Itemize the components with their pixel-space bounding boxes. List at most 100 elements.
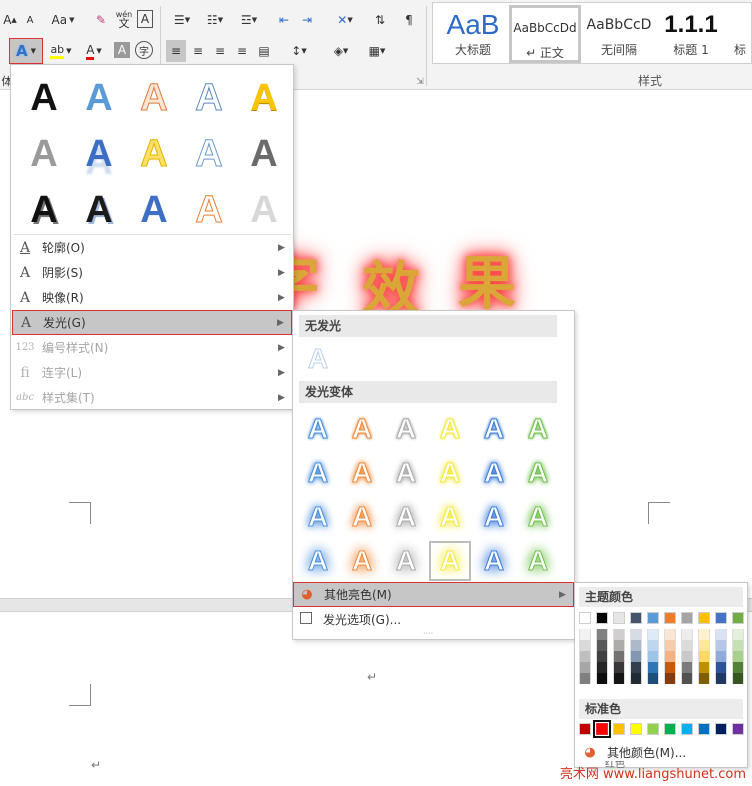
numbering-button[interactable]: ☷ ▼	[200, 10, 230, 30]
glow-variant[interactable]: A	[341, 541, 383, 581]
glow-variant[interactable]: A	[297, 409, 339, 449]
show-marks-button[interactable]: ¶	[400, 10, 418, 30]
menu-item-glow[interactable]: A 发光(G) ▶	[12, 310, 292, 335]
align-right-button[interactable]: ≡	[210, 40, 230, 62]
theme-shade-swatch[interactable]	[664, 651, 676, 662]
menu-item-outline[interactable]: A 轮廓(O) ▶	[12, 235, 292, 260]
theme-color-swatch[interactable]	[681, 612, 693, 624]
theme-shade-swatch[interactable]	[579, 662, 591, 673]
style-heading2[interactable]: 标	[729, 5, 751, 63]
decrease-indent-button[interactable]: ⇤	[274, 10, 294, 30]
theme-color-swatch[interactable]	[630, 612, 642, 624]
glow-variant[interactable]: A	[517, 541, 559, 581]
theme-shade-swatch[interactable]	[664, 629, 676, 640]
theme-shade-swatch[interactable]	[630, 651, 642, 662]
theme-shade-swatch[interactable]	[698, 662, 710, 673]
glow-variant[interactable]: A	[517, 497, 559, 537]
theme-shade-swatch[interactable]	[732, 651, 744, 662]
theme-shade-swatch[interactable]	[613, 651, 625, 662]
theme-shade-swatch[interactable]	[681, 640, 693, 651]
justify-button[interactable]: ≡	[232, 40, 252, 62]
glow-variant[interactable]: A	[297, 453, 339, 493]
font-color-button[interactable]: A ▼	[80, 40, 108, 62]
theme-shade-swatch[interactable]	[664, 640, 676, 651]
shading-button[interactable]: ◈ ▼	[326, 40, 356, 62]
theme-shade-swatch[interactable]	[732, 629, 744, 640]
theme-shade-swatch[interactable]	[715, 662, 727, 673]
theme-shade-swatch[interactable]	[715, 673, 727, 684]
theme-shade-swatch[interactable]	[596, 640, 608, 651]
theme-color-swatch[interactable]	[613, 612, 625, 624]
style-title[interactable]: AaB 大标题	[437, 5, 509, 63]
effect-style-2[interactable]: A	[72, 71, 126, 125]
increase-indent-button[interactable]: ⇥	[297, 10, 317, 30]
theme-color-swatch[interactable]	[715, 612, 727, 624]
menu-item-number-style[interactable]: 123 编号样式(N) ▶	[12, 335, 292, 360]
theme-shade-swatch[interactable]	[596, 662, 608, 673]
theme-shade-swatch[interactable]	[698, 651, 710, 662]
standard-color-swatch[interactable]	[593, 720, 611, 738]
theme-shade-swatch[interactable]	[647, 640, 659, 651]
effect-style-4[interactable]: A	[182, 71, 236, 125]
line-spacing-button[interactable]: ↕ ▼	[284, 40, 314, 62]
theme-shade-swatch[interactable]	[732, 640, 744, 651]
theme-shade-swatch[interactable]	[579, 651, 591, 662]
standard-color-swatch[interactable]	[613, 723, 625, 735]
glow-variant[interactable]: A	[385, 409, 427, 449]
theme-shade-swatch[interactable]	[613, 662, 625, 673]
theme-shade-swatch[interactable]	[647, 629, 659, 640]
standard-color-swatch[interactable]	[579, 723, 591, 735]
theme-color-swatch[interactable]	[596, 612, 608, 624]
menu-item-stylistic-sets[interactable]: abc 样式集(T) ▶	[12, 385, 292, 410]
change-case-button[interactable]: Aa ▼	[48, 10, 78, 30]
glow-variant[interactable]: A	[341, 497, 383, 537]
effect-style-15[interactable]: A	[237, 183, 291, 237]
effect-style-9[interactable]: A	[182, 127, 236, 181]
paragraph-dialog-launcher[interactable]: ⇲	[414, 76, 426, 88]
shrink-font-button[interactable]: A	[22, 10, 38, 30]
theme-shade-swatch[interactable]	[630, 629, 642, 640]
glow-variant[interactable]: A	[385, 497, 427, 537]
standard-color-swatch[interactable]	[732, 723, 744, 735]
glow-variant[interactable]: A	[473, 497, 515, 537]
theme-shade-swatch[interactable]	[579, 640, 591, 651]
standard-color-swatch[interactable]	[647, 723, 659, 735]
char-border-button[interactable]: A	[137, 10, 153, 28]
glow-variant[interactable]: A	[517, 453, 559, 493]
theme-shade-swatch[interactable]	[681, 673, 693, 684]
effect-style-11[interactable]: A	[17, 183, 71, 237]
theme-shade-swatch[interactable]	[613, 629, 625, 640]
no-glow-option[interactable]: A	[297, 339, 339, 379]
glow-variant[interactable]: A	[385, 453, 427, 493]
theme-shade-swatch[interactable]	[698, 673, 710, 684]
theme-shade-swatch[interactable]	[630, 673, 642, 684]
standard-color-swatch[interactable]	[664, 723, 676, 735]
align-left-button[interactable]: ≡	[166, 40, 186, 62]
theme-shade-swatch[interactable]	[715, 651, 727, 662]
sort-button[interactable]: ⇅	[370, 10, 390, 30]
theme-shade-swatch[interactable]	[647, 651, 659, 662]
distributed-button[interactable]: ▤	[254, 40, 274, 62]
highlight-button[interactable]: ab ▼	[46, 40, 76, 62]
multilevel-list-button[interactable]: ☲ ▼	[234, 10, 264, 30]
menu-item-ligatures[interactable]: fi 连字(L) ▶	[12, 360, 292, 385]
standard-color-swatch[interactable]	[715, 723, 727, 735]
effect-style-5[interactable]: A	[237, 71, 291, 125]
theme-color-swatch[interactable]	[647, 612, 659, 624]
effect-style-8[interactable]: A	[127, 127, 181, 181]
text-effects-button[interactable]: A ▼	[9, 38, 43, 64]
theme-shade-swatch[interactable]	[630, 640, 642, 651]
theme-shade-swatch[interactable]	[596, 673, 608, 684]
effect-style-13[interactable]: A	[127, 183, 181, 237]
menu-item-shadow[interactable]: A 阴影(S) ▶	[12, 260, 292, 285]
clear-format-button[interactable]: ✎	[92, 10, 110, 30]
glow-variant[interactable]: A	[341, 409, 383, 449]
style-no-spacing[interactable]: AaBbCcD 无间隔	[583, 5, 655, 63]
theme-shade-swatch[interactable]	[647, 673, 659, 684]
theme-shade-swatch[interactable]	[664, 673, 676, 684]
glow-variant[interactable]: A	[341, 453, 383, 493]
glow-variant[interactable]: A	[473, 409, 515, 449]
theme-color-swatch[interactable]	[698, 612, 710, 624]
effect-style-1[interactable]: A	[17, 71, 71, 125]
theme-shade-swatch[interactable]	[715, 629, 727, 640]
